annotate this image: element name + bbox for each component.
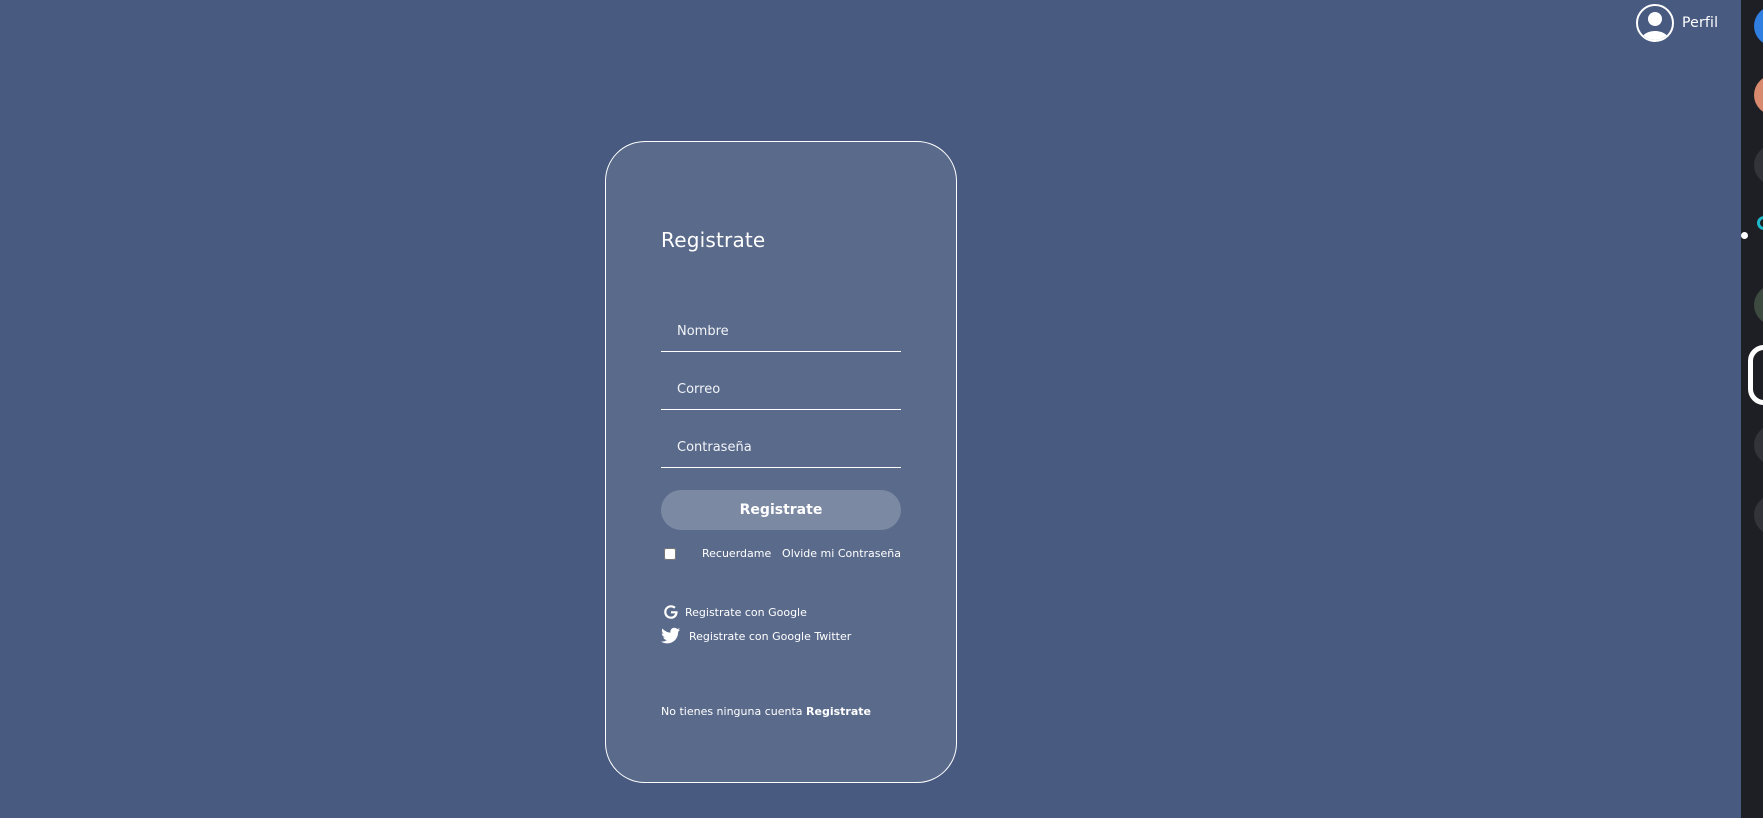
- twitter-signup-link[interactable]: Registrate con Google Twitter: [661, 626, 851, 646]
- page-title: Registrate: [661, 228, 766, 252]
- app-shortcut-icon[interactable]: [1754, 145, 1763, 185]
- signup-prompt: No tienes ninguna cuenta Registrate: [661, 705, 871, 718]
- app-shortcut-icon[interactable]: [1754, 6, 1763, 46]
- remember-label: Recuerdame: [702, 547, 772, 560]
- profile-menu[interactable]: Perfil: [1636, 4, 1718, 42]
- profile-label: Perfil: [1682, 15, 1719, 31]
- register-button[interactable]: Registrate: [661, 490, 901, 530]
- password-field[interactable]: [661, 428, 901, 468]
- app-shortcut-icon[interactable]: [1754, 495, 1763, 535]
- app-shortcut-icon[interactable]: [1748, 345, 1763, 405]
- app-shortcut-icon[interactable]: [1754, 285, 1763, 325]
- twitter-icon: [661, 626, 681, 646]
- app-shortcut-icon[interactable]: [1757, 216, 1763, 230]
- google-icon: [661, 602, 681, 622]
- side-app-strip: [1741, 0, 1763, 818]
- google-signup-label: Registrate con Google: [685, 605, 807, 619]
- forgot-password-link[interactable]: Olvide mi Contraseña: [782, 547, 901, 560]
- user-avatar-icon: [1636, 4, 1674, 42]
- app-shortcut-icon[interactable]: [1754, 425, 1763, 465]
- register-card: Registrate Registrate Recuerdame Olvide …: [605, 141, 957, 783]
- remember-checkbox[interactable]: [664, 548, 676, 560]
- email-field[interactable]: [661, 370, 901, 410]
- notification-dot-icon: [1741, 232, 1748, 239]
- register-link[interactable]: Registrate: [806, 705, 871, 718]
- twitter-signup-label: Registrate con Google Twitter: [689, 629, 852, 643]
- name-field[interactable]: [661, 312, 901, 352]
- google-signup-link[interactable]: Registrate con Google: [661, 602, 807, 622]
- options-row: Recuerdame Olvide mi Contraseña: [661, 546, 901, 564]
- app-shortcut-icon[interactable]: [1754, 75, 1763, 115]
- signup-prompt-text: No tienes ninguna cuenta: [661, 705, 803, 718]
